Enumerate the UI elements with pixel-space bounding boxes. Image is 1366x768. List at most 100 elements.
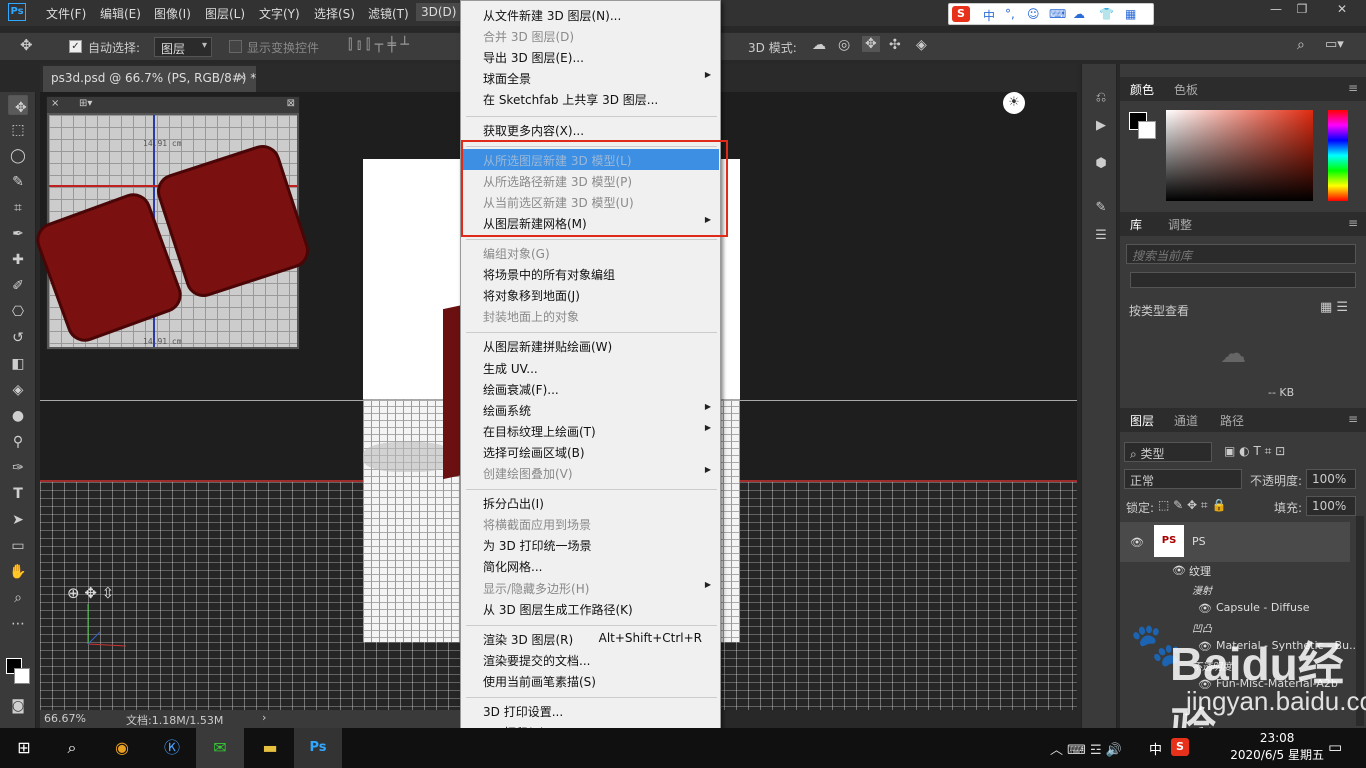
hand-tool-icon[interactable]: ✋ bbox=[8, 562, 28, 582]
3d-panel-icon[interactable]: ⬢ bbox=[1092, 156, 1110, 174]
blend-mode-select[interactable]: 正常 bbox=[1124, 469, 1242, 489]
3d-pan-icon[interactable]: ✥ bbox=[862, 36, 880, 52]
tab-library[interactable]: 库 bbox=[1130, 216, 1142, 233]
move-tool-icon[interactable]: ✥ bbox=[20, 36, 33, 54]
dodge-tool-icon[interactable]: ⚲ bbox=[8, 432, 28, 452]
3d-roll-icon[interactable]: ◎ bbox=[838, 37, 850, 53]
menu-item[interactable]: 创建绘图叠加(V) ▶ bbox=[462, 462, 719, 483]
wechat-icon[interactable]: ✉ bbox=[196, 728, 244, 768]
type-tool-icon[interactable]: T bbox=[8, 484, 28, 504]
close-icon[interactable]: ✕ bbox=[1331, 2, 1353, 20]
menu-filter[interactable]: 滤镜(T) bbox=[368, 5, 409, 22]
tab-paths[interactable]: 路径 bbox=[1220, 412, 1244, 429]
more-tools-icon[interactable]: ⋯ bbox=[8, 614, 28, 634]
menu-item[interactable]: 渲染要提交的文档... bbox=[462, 649, 719, 670]
auto-select-checkbox[interactable]: ✓ bbox=[69, 40, 82, 53]
paint-bucket-icon[interactable]: ◈ bbox=[8, 380, 28, 400]
menu-item[interactable]: 为 3D 打印统一场景 bbox=[462, 534, 719, 555]
menu-layer[interactable]: 图层(L) bbox=[205, 5, 245, 22]
minimize-icon[interactable]: — bbox=[1265, 2, 1287, 20]
menu-item[interactable]: 将场景中的所有对象编组 bbox=[462, 263, 719, 284]
tab-adjustments[interactable]: 调整 bbox=[1168, 216, 1192, 233]
panel-menu-icon[interactable]: ≡ bbox=[1348, 412, 1358, 426]
pen-tool-icon[interactable]: ✑ bbox=[8, 458, 28, 478]
menu-item[interactable]: 绘画衰减(F)... bbox=[462, 378, 719, 399]
path-select-icon[interactable]: ➤ bbox=[8, 510, 28, 530]
stamp-tool-icon[interactable]: ⎔ bbox=[8, 302, 28, 322]
ime-toolbox-icon[interactable]: ▦ bbox=[1125, 7, 1136, 21]
menu-item[interactable]: 封装地面上的对象 bbox=[462, 305, 719, 326]
close-tab-icon[interactable]: × bbox=[237, 70, 247, 84]
menu-file[interactable]: 文件(F) bbox=[46, 5, 86, 22]
fill-input[interactable]: 100% bbox=[1306, 496, 1356, 516]
visibility-eye-icon[interactable]: 👁 bbox=[1172, 564, 1186, 577]
lock-icons[interactable]: ⬚ ✎ ✥ ⌗ 🔒 bbox=[1158, 498, 1226, 513]
lasso-tool-icon[interactable]: ◯ bbox=[8, 146, 28, 166]
windows-start-icon[interactable]: ⊞ bbox=[0, 728, 48, 768]
search-icon[interactable]: ⌕ bbox=[48, 728, 96, 768]
zoom-tool-icon[interactable]: ⌕ bbox=[8, 588, 28, 608]
layer-texture-diffuse[interactable]: Capsule - Diffuse bbox=[1216, 601, 1366, 614]
layer-filter-select[interactable]: ⌕ 类型 bbox=[1124, 442, 1212, 462]
3d-orbit-icon[interactable]: ☁ bbox=[812, 37, 826, 53]
healing-tool-icon[interactable]: ✚ bbox=[8, 250, 28, 270]
ime-emoji-icon[interactable]: ☺ bbox=[1027, 7, 1040, 21]
taskbar-clock[interactable]: 23:08 2020/6/5 星期五 bbox=[1230, 730, 1324, 764]
tab-swatches[interactable]: 色板 bbox=[1174, 81, 1198, 98]
kugou-icon[interactable]: Ⓚ bbox=[148, 728, 196, 768]
camera-view-expand-icon[interactable]: ⊠ bbox=[287, 98, 295, 109]
visibility-eye-icon[interactable]: 👁 bbox=[1130, 536, 1144, 549]
library-select[interactable] bbox=[1130, 272, 1356, 288]
menu-item[interactable]: 拆分凸出(I) bbox=[462, 492, 719, 513]
ime-keyboard-icon[interactable]: ⌨ bbox=[1049, 7, 1066, 21]
3d-nav-icons[interactable]: ⊕ ✥ ⇳ bbox=[67, 584, 114, 602]
properties-panel-icon[interactable]: ☰ bbox=[1092, 228, 1110, 246]
chrome-icon[interactable]: ◉ bbox=[98, 728, 146, 768]
panel-menu-icon[interactable]: ≡ bbox=[1348, 81, 1358, 95]
menu-item[interactable]: 将对象移到地面(J) bbox=[462, 284, 719, 305]
ime-skin-icon[interactable]: 👕 bbox=[1099, 7, 1114, 21]
menu-item[interactable]: 显示/隐藏多边形(H) ▶ bbox=[462, 577, 719, 598]
align-icons[interactable]: ⫿ ⫾ ⫿ ┬ ╪ ┴ bbox=[348, 37, 409, 53]
tab-layers[interactable]: 图层 bbox=[1130, 412, 1154, 429]
marquee-tool-icon[interactable]: ⬚ bbox=[8, 120, 28, 140]
menu-item[interactable]: 渲染 3D 图层(R) Alt+Shift+Ctrl+R bbox=[462, 628, 719, 649]
tray-sogou-icon[interactable]: S bbox=[1171, 738, 1189, 756]
menu-type[interactable]: 文字(Y) bbox=[259, 5, 300, 22]
document-tab[interactable]: ps3d.psd @ 66.7% (PS, RGB/8#) * × bbox=[43, 66, 256, 92]
menu-select[interactable]: 选择(S) bbox=[314, 5, 355, 22]
library-view-label[interactable]: 按类型查看 bbox=[1129, 302, 1189, 319]
blur-tool-icon[interactable]: ● bbox=[8, 406, 28, 426]
3d-slide-icon[interactable]: ✣ bbox=[889, 37, 901, 53]
ime-lang-icon[interactable]: 中 bbox=[983, 7, 995, 24]
workspace-icon[interactable]: ▭▾ bbox=[1325, 37, 1344, 52]
status-menu-arrow[interactable]: › bbox=[262, 711, 266, 724]
move-tool-icon[interactable]: ✥ bbox=[8, 95, 28, 116]
camera-view-menu-icon[interactable]: ⊞▾ bbox=[79, 98, 92, 109]
menu-item[interactable]: 将横截面应用到场景 bbox=[462, 513, 719, 534]
visibility-eye-icon[interactable]: 👁 bbox=[1198, 602, 1212, 615]
history-brush-icon[interactable]: ↺ bbox=[8, 328, 28, 348]
ime-cloud-icon[interactable]: ☁ bbox=[1073, 7, 1085, 21]
3d-scale-icon[interactable]: ◈ bbox=[916, 37, 927, 53]
camera-view-close-icon[interactable]: × bbox=[51, 98, 59, 109]
menu-item[interactable]: 3D 打印设置... bbox=[462, 700, 719, 721]
zoom-level[interactable]: 66.67% bbox=[44, 712, 86, 725]
menu-item[interactable]: 选择可绘画区域(B) bbox=[462, 441, 719, 462]
tab-channels[interactable]: 通道 bbox=[1174, 412, 1198, 429]
search-icon[interactable]: ⌕ bbox=[1297, 37, 1305, 53]
menu-item[interactable]: 从 3D 图层生成工作路径(K) bbox=[462, 598, 719, 619]
photoshop-taskbar-icon[interactable]: Ps bbox=[294, 728, 342, 768]
menu-item[interactable]: 合并 3D 图层(D) bbox=[462, 25, 719, 46]
tray-icons[interactable]: ︿ ⌨ ☲ 🔊 bbox=[1050, 739, 1122, 758]
menu-item[interactable]: 绘画系统 ▶ bbox=[462, 399, 719, 420]
show-transform-checkbox[interactable] bbox=[229, 40, 242, 53]
library-search-input[interactable]: 搜索当前库 bbox=[1126, 244, 1356, 264]
color-picker-field[interactable] bbox=[1166, 110, 1313, 201]
tray-ime-label[interactable]: 中 bbox=[1149, 739, 1162, 758]
background-color-swatch[interactable] bbox=[14, 668, 30, 684]
quick-select-tool-icon[interactable]: ✎ bbox=[8, 172, 28, 192]
menu-item[interactable]: 从文件新建 3D 图层(N)... bbox=[462, 4, 719, 25]
tab-color[interactable]: 颜色 bbox=[1130, 81, 1154, 98]
eraser-tool-icon[interactable]: ◧ bbox=[8, 354, 28, 374]
